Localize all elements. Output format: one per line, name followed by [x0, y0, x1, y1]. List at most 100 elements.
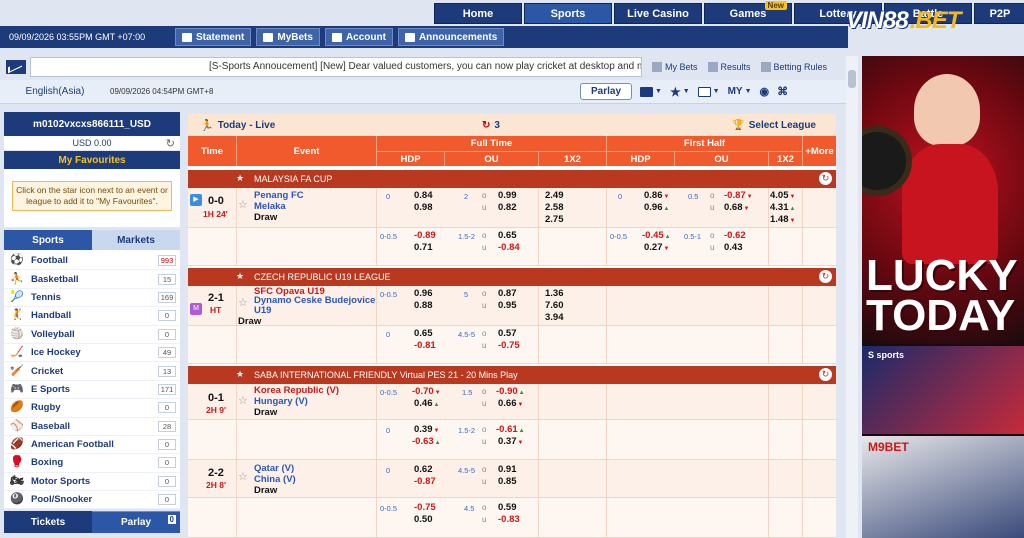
star-icon[interactable]: ☆: [238, 296, 248, 309]
odds-cell[interactable]: 0.98: [414, 202, 433, 213]
sidebar-item-baseball[interactable]: ⚾ Baseball 28: [4, 418, 180, 436]
away-team[interactable]: Dynamo Ceske Budejovice U19: [254, 296, 378, 316]
favourite-filter[interactable]: ★ ▼: [670, 83, 690, 100]
odds-cell[interactable]: 0.88: [414, 300, 433, 311]
odds-cell[interactable]: 2.58: [545, 202, 564, 213]
odds-cell[interactable]: 0.65: [498, 230, 517, 241]
odds-cell[interactable]: 0.37: [498, 436, 523, 447]
odds-cell[interactable]: -0.90: [496, 386, 525, 397]
odds-cell[interactable]: 0.91: [498, 464, 517, 475]
tab-markets[interactable]: Markets: [92, 230, 180, 250]
nav-sports[interactable]: Sports: [524, 3, 612, 24]
league-header[interactable]: ★ SABA INTERNATIONAL FRIENDLY Virtual PES…: [188, 366, 836, 384]
odds-cell[interactable]: 1.48: [770, 214, 795, 225]
odds-cell[interactable]: 3.94: [545, 312, 564, 323]
scrollbar-thumb[interactable]: [848, 70, 856, 88]
sidebar-item-motor-sports[interactable]: 🏍 Motor Sports 0: [4, 473, 180, 492]
odds-cell[interactable]: 0.99: [498, 190, 517, 201]
results-link[interactable]: Results: [707, 62, 751, 72]
mybets-button[interactable]: MyBets: [256, 28, 320, 46]
away-team[interactable]: China (V): [254, 474, 296, 485]
sound-toggle[interactable]: ◉: [760, 83, 770, 100]
display-mode[interactable]: ▼: [697, 83, 720, 100]
odds-cell[interactable]: 0.85: [498, 476, 517, 487]
sidebar-item-handball[interactable]: 🤾 Handball 0: [4, 307, 180, 326]
refresh-icon[interactable]: ↻: [819, 172, 832, 185]
star-icon[interactable]: ★: [236, 369, 244, 380]
odds-cell[interactable]: -0.61: [496, 424, 525, 435]
tab-parlay[interactable]: Parlay 0: [92, 511, 180, 534]
odds-cell[interactable]: 0.68: [724, 202, 749, 213]
odds-cell[interactable]: 0.96: [414, 288, 433, 299]
odds-cell[interactable]: 0.86: [644, 190, 669, 201]
announcement-ticker[interactable]: [S-Sports Annoucement] [New] Dear valued…: [30, 57, 642, 77]
odds-cell[interactable]: -0.63: [412, 436, 441, 447]
odds-cell[interactable]: 0.46: [414, 398, 439, 409]
parlay-button[interactable]: Parlay: [580, 83, 632, 100]
my-bets-link[interactable]: My Bets: [652, 62, 698, 72]
tab-tickets[interactable]: Tickets: [4, 511, 92, 534]
site-logo[interactable]: VIN88 .BET: [846, 4, 961, 38]
league-header[interactable]: ★ MALAYSIA FA CUP ↻: [188, 170, 836, 188]
refresh-icon[interactable]: ↻: [166, 137, 175, 150]
match-tracker-icon[interactable]: M: [190, 303, 202, 315]
betting-rules-link[interactable]: Betting Rules: [760, 62, 827, 72]
odds-cell[interactable]: -0.87: [724, 190, 753, 201]
language-selector[interactable]: English(Asia): [0, 86, 110, 97]
odds-cell[interactable]: 0.82: [498, 202, 517, 213]
sidebar-item-pool-snooker[interactable]: 🎱 Pool/Snooker 0: [4, 491, 180, 510]
sidebar-item-american-football[interactable]: 🏈 American Football 0: [4, 436, 180, 455]
odds-cell[interactable]: -0.70: [412, 386, 441, 397]
promo-lucky-today[interactable]: LUCKY TODAY: [862, 56, 1024, 344]
odds-type-select[interactable]: MY ▼: [728, 83, 752, 100]
star-icon[interactable]: ☆: [238, 394, 248, 407]
live-stream-icon[interactable]: ▶: [190, 194, 202, 206]
odds-cell[interactable]: 7.60: [545, 300, 564, 311]
odds-cell[interactable]: 0.96: [644, 202, 669, 213]
odds-cell[interactable]: 2.75: [545, 214, 564, 225]
odds-cell[interactable]: 0.95: [498, 300, 517, 311]
odds-cell[interactable]: 0.65: [414, 328, 433, 339]
announcements-button[interactable]: Announcements: [397, 28, 505, 46]
promo-ssports[interactable]: S sports: [862, 346, 1024, 434]
sidebar-item-basketball[interactable]: ⛹ Basketball 15: [4, 270, 180, 289]
star-icon[interactable]: ☆: [238, 470, 248, 483]
live-count[interactable]: ↻ 3: [482, 120, 500, 131]
star-icon[interactable]: ★: [236, 271, 244, 282]
odds-cell[interactable]: 0.27: [644, 242, 669, 253]
refresh-icon[interactable]: ↻: [819, 270, 832, 283]
sidebar-item-rugby[interactable]: 🏉 Rugby 0: [4, 399, 180, 418]
odds-cell[interactable]: 4.05: [770, 190, 795, 201]
nav-live-casino[interactable]: Live Casino: [614, 3, 702, 24]
odds-cell[interactable]: 1.36: [545, 288, 564, 299]
sidebar-item-boxing[interactable]: 🥊 Boxing 0: [4, 454, 180, 473]
odds-cell[interactable]: -0.75: [414, 502, 436, 513]
away-team[interactable]: Melaka: [254, 201, 286, 212]
sidebar-item-football[interactable]: ⚽ Football 993: [4, 252, 180, 271]
tab-sports[interactable]: Sports: [4, 230, 92, 250]
odds-cell[interactable]: 0.39: [414, 424, 439, 435]
statement-button[interactable]: Statement: [175, 28, 252, 46]
page-scrollbar[interactable]: [846, 56, 858, 538]
odds-cell[interactable]: -0.45: [642, 230, 671, 241]
sidebar-item-ice-hockey[interactable]: 🏒 Ice Hockey 49: [4, 344, 180, 363]
mail-icon[interactable]: [6, 60, 26, 74]
league-header[interactable]: ★ CZECH REPUBLIC U19 LEAGUE ↻: [188, 268, 836, 286]
odds-cell[interactable]: 0.57: [498, 328, 517, 339]
sidebar-item-e-sports[interactable]: 🎮 E Sports 171: [4, 381, 180, 400]
odds-cell[interactable]: -0.83: [498, 514, 520, 525]
settings-toggle[interactable]: ⌘: [777, 83, 788, 100]
odds-cell[interactable]: -0.87: [414, 476, 436, 487]
promo-banner[interactable]: LUCKY TODAY S sports M9BET: [862, 56, 1024, 538]
account-button[interactable]: Account: [324, 28, 393, 46]
sidebar-item-cricket[interactable]: 🏏 Cricket 13: [4, 362, 180, 381]
odds-cell[interactable]: 0.71: [414, 242, 433, 253]
odds-cell[interactable]: 0.43: [724, 242, 743, 253]
home-team[interactable]: Penang FC: [254, 190, 304, 201]
nav-games[interactable]: Games New: [704, 1, 792, 24]
odds-cell[interactable]: 0.62: [414, 464, 433, 475]
odds-cell[interactable]: -0.75: [498, 340, 520, 351]
odds-cell[interactable]: 0.59: [498, 502, 517, 513]
refresh-icon[interactable]: ↻: [819, 368, 832, 381]
star-icon[interactable]: ☆: [238, 198, 248, 211]
